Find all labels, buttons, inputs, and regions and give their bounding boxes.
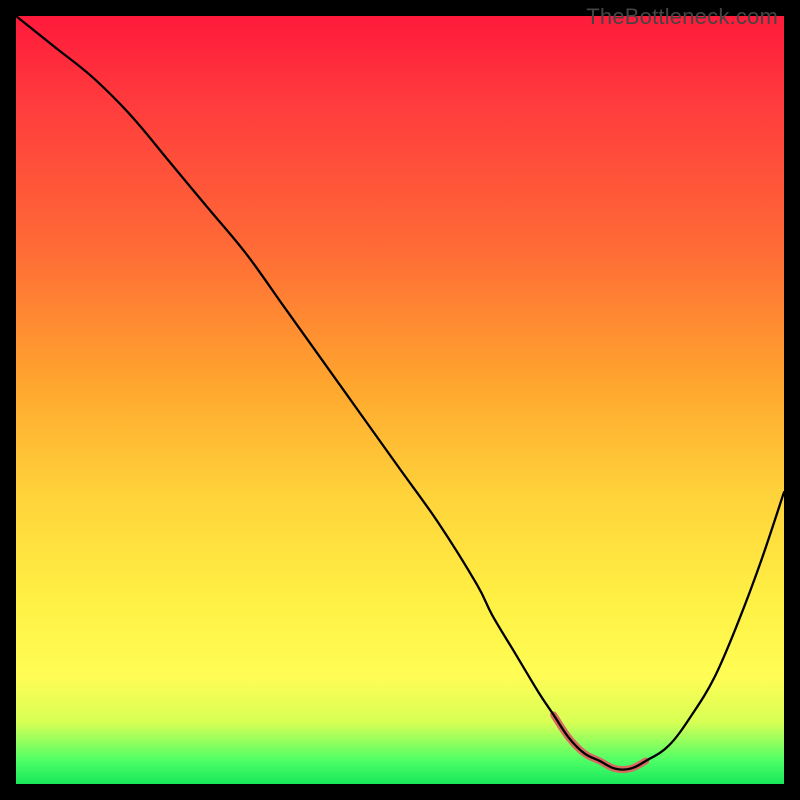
chart-frame: [16, 16, 784, 784]
chart-svg: [16, 16, 784, 784]
watermark-text: TheBottleneck.com: [586, 4, 778, 30]
bottleneck-curve-line: [16, 16, 784, 770]
